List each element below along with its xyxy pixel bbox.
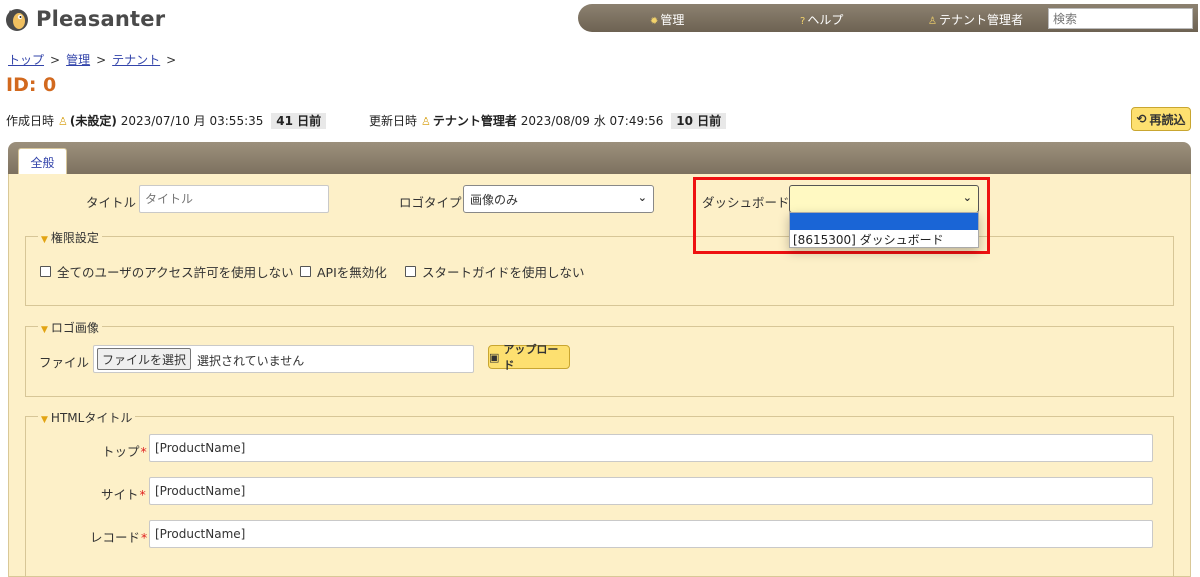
collapse-triangle-icon: ▼ (41, 325, 48, 335)
reload-label: 再読込 (1149, 112, 1186, 127)
html-title-top-label: トップ* (102, 441, 147, 460)
collapse-triangle-icon: ▼ (41, 235, 48, 245)
tab-bar: 全般 (8, 142, 1191, 175)
updated-date: 2023/08/09 水 07:49:56 (520, 114, 664, 128)
nav-admin-label: 管理 (660, 13, 685, 27)
file-status: 選択されていません (197, 354, 305, 368)
user-icon: ♙ (421, 115, 431, 128)
breadcrumb-admin[interactable]: 管理 (66, 53, 90, 67)
updated-ago-badge: 10 日前 (671, 113, 727, 129)
updated-label: 更新日時 (369, 114, 418, 128)
logo-image-legend[interactable]: ▼ ロゴ画像 (38, 319, 102, 336)
checkbox-label: スタートガイドを使用しない (422, 265, 585, 280)
logo-mark-icon (6, 9, 28, 31)
label-text: サイト (101, 487, 139, 502)
logo-type-value: 画像のみ (470, 192, 519, 207)
user-icon: ♙ (928, 16, 937, 27)
title-input[interactable] (139, 185, 329, 213)
dashboard-dropdown-list: [8615300] ダッシュボード (789, 212, 979, 248)
required-mark: * (141, 530, 148, 545)
html-title-site-input[interactable] (149, 477, 1153, 505)
nav-tenant-admin[interactable]: ♙ テナント管理者 (928, 11, 1023, 28)
file-label: ファイル (39, 355, 90, 370)
html-title-legend[interactable]: ▼ HTMLタイトル (38, 409, 136, 426)
html-title-site-label: サイト* (101, 484, 146, 503)
header: Pleasanter ✹ 管理 ? ヘルプ ♙ テナント管理者 (0, 0, 1200, 40)
breadcrumb-separator: > (50, 53, 61, 67)
html-title-record-label: レコード* (90, 527, 147, 546)
nav-tenant-admin-label: テナント管理者 (938, 13, 1023, 27)
checkbox-box[interactable] (40, 266, 51, 277)
breadcrumb-tenant[interactable]: テナント (112, 53, 160, 67)
nav-help[interactable]: ? ヘルプ (800, 11, 843, 28)
reload-button[interactable]: ⟲ 再読込 (1131, 107, 1191, 131)
logo[interactable]: Pleasanter (4, 6, 165, 32)
tab-general[interactable]: 全般 (18, 148, 67, 175)
upload-button[interactable]: ▣ アップロード (488, 343, 570, 372)
nav-help-label: ヘルプ (807, 13, 844, 27)
label-text: レコード (90, 530, 141, 545)
breadcrumb-separator: > (166, 53, 177, 67)
dropdown-option-dashboard[interactable]: [8615300] ダッシュボード (790, 230, 978, 247)
permissions-legend-text: 権限設定 (50, 231, 99, 245)
choose-file-button[interactable]: ファイルを選択 (97, 348, 191, 370)
page-title: ID: 0 (6, 74, 57, 96)
logo-type-select[interactable]: 画像のみ ⌄ (463, 185, 654, 213)
updated-info: 更新日時 ♙ テナント管理者 2023/08/09 水 07:49:56 10 日前 (369, 112, 727, 129)
logo-type-label: ロゴタイプ (399, 195, 462, 210)
html-title-legend-text: HTMLタイトル (50, 411, 133, 425)
breadcrumb-top[interactable]: トップ (8, 53, 44, 67)
breadcrumb: トップ > 管理 > テナント > (8, 51, 182, 68)
checkbox-box[interactable] (405, 266, 416, 277)
help-icon: ? (800, 16, 806, 27)
checkbox-label: 全てのユーザのアクセス許可を使用しない (57, 265, 294, 280)
permissions-legend[interactable]: ▼ 権限設定 (38, 229, 102, 246)
checkbox-disable-api[interactable]: APIを無効化 (300, 262, 387, 281)
created-info: 作成日時 ♙ (未設定) 2023/07/10 月 03:55:35 41 日前 (6, 112, 327, 129)
required-mark: * (140, 444, 147, 459)
dropdown-option-blank[interactable] (790, 213, 978, 230)
chevron-down-icon: ⌄ (637, 191, 647, 204)
logo-text: Pleasanter (36, 7, 166, 31)
required-mark: * (139, 487, 146, 502)
upload-label: アップロード (503, 343, 559, 372)
html-title-top-input[interactable] (149, 434, 1153, 462)
checkbox-disable-all-user-permissions[interactable]: 全てのユーザのアクセス許可を使用しない (40, 262, 294, 281)
logo-image-legend-text: ロゴ画像 (50, 321, 99, 335)
html-title-record-input[interactable] (149, 520, 1153, 548)
upload-icon: ▣ (489, 350, 500, 364)
updated-user: テナント管理者 (432, 114, 517, 128)
checkbox-label: APIを無効化 (317, 265, 387, 280)
gear-icon: ✹ (650, 16, 659, 27)
user-icon: ♙ (58, 115, 68, 128)
label-text: トップ (102, 444, 140, 459)
created-user: (未設定) (69, 114, 117, 128)
reload-icon: ⟲ (1136, 112, 1147, 126)
checkbox-box[interactable] (300, 266, 311, 277)
nav-admin[interactable]: ✹ 管理 (650, 11, 684, 28)
created-label: 作成日時 (6, 114, 55, 128)
checkbox-disable-start-guide[interactable]: スタートガイドを使用しない (405, 262, 585, 281)
breadcrumb-separator: > (96, 53, 107, 67)
title-label: タイトル (86, 195, 137, 210)
search-input[interactable] (1048, 8, 1193, 29)
created-ago-badge: 41 日前 (271, 113, 327, 129)
created-date: 2023/07/10 月 03:55:35 (120, 114, 264, 128)
file-input[interactable]: ファイルを選択 選択されていません (93, 345, 474, 373)
collapse-triangle-icon: ▼ (41, 415, 48, 425)
